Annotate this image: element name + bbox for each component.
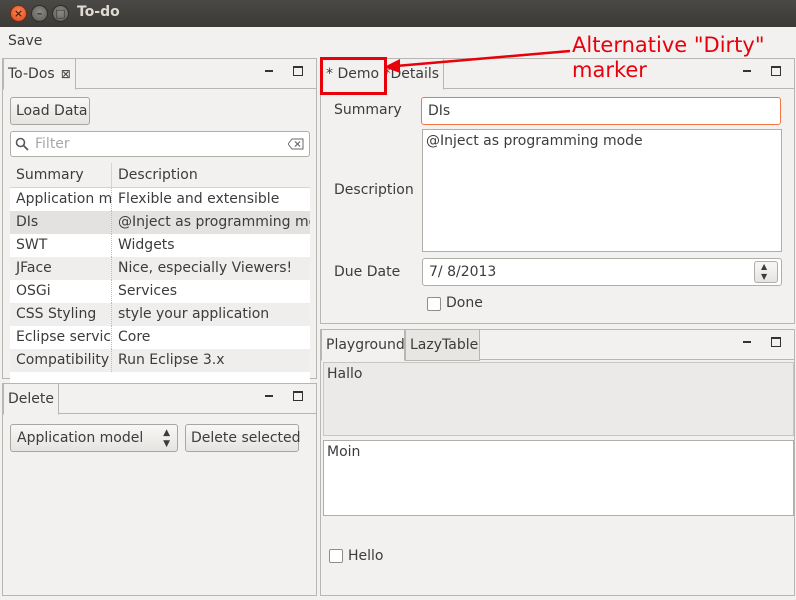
table-cell: Application model [16, 191, 111, 207]
tab-delete-label: Delete [8, 391, 54, 407]
table-row[interactable]: DIs @Inject as programming mode [10, 211, 310, 234]
filter-input[interactable]: Filter [10, 131, 310, 157]
tab-delete[interactable]: Delete [3, 384, 59, 415]
table-row[interactable]: Eclipse services Core [10, 326, 310, 349]
minimize-icon: – [36, 7, 43, 20]
window-maximize-button[interactable]: □ [52, 5, 69, 22]
load-data-button[interactable]: Load Data [10, 97, 90, 125]
annotation-text: Alternative "Dirty" marker [572, 33, 765, 83]
table-cell: CSS Styling [16, 306, 97, 322]
spin-down-icon[interactable]: ▼ [761, 272, 767, 281]
close-icon: × [13, 7, 24, 20]
window-close-button[interactable]: × [10, 5, 27, 22]
table-cell: Nice, especially Viewers! [111, 257, 310, 280]
due-date-label: Due Date [334, 264, 401, 280]
done-checkbox[interactable] [427, 297, 441, 311]
maximize-icon[interactable] [771, 337, 781, 347]
playground-panel: Playground LazyTable Hallo Moin Hello [320, 329, 795, 596]
table-cell: @Inject as programming mode [111, 211, 310, 234]
annotation-arrow [384, 49, 571, 73]
tab-todos[interactable]: To-Dos ⊠ [3, 59, 76, 90]
tab-lazytable-label: LazyTable [410, 337, 479, 353]
table-row[interactable]: Application model Flexible and extensibl… [10, 188, 310, 211]
hello-label[interactable]: Hello [348, 548, 384, 564]
column-header-summary[interactable]: Summary [10, 163, 111, 188]
table-cell: Run Eclipse 3.x [111, 349, 310, 372]
table-cell: JFace [16, 260, 52, 276]
table-cell: style your application [111, 303, 310, 326]
done-label[interactable]: Done [446, 295, 483, 311]
delete-tabstrip: Delete [3, 384, 316, 415]
summary-field[interactable]: DIs [421, 97, 781, 125]
table-cell: SWT [16, 237, 48, 253]
table-cell: Widgets [111, 234, 310, 257]
due-date-value: 7/ 8/2013 [429, 264, 497, 280]
todos-tabstrip: To-Dos ⊠ [3, 59, 316, 90]
minimize-icon[interactable] [265, 395, 273, 397]
window-titlebar: × – □ To-do [0, 0, 796, 27]
table-cell: DIs [16, 214, 39, 230]
minimize-icon[interactable] [743, 341, 751, 343]
spin-up-icon[interactable]: ▲ [761, 262, 767, 271]
maximize-icon[interactable] [293, 391, 303, 401]
todo-combo[interactable]: Application model ▲ ▼ [10, 424, 178, 452]
todos-panel: To-Dos ⊠ Load Data Filter Summary Descrip… [2, 58, 317, 429]
due-date-field[interactable]: 7/ 8/2013 [422, 258, 782, 286]
maximize-icon: □ [55, 7, 66, 20]
playground-tabstrip: Playground LazyTable [321, 330, 794, 361]
close-icon[interactable]: ⊠ [61, 67, 71, 81]
delete-panel: Delete Application model ▲ ▼ Delete selec… [2, 383, 317, 596]
tab-lazytable[interactable]: LazyTable [405, 330, 480, 361]
description-field[interactable]: @Inject as programming mode [422, 129, 782, 252]
table-header: Summary Description [10, 163, 310, 188]
moin-textarea[interactable]: Moin [323, 440, 794, 516]
table-row[interactable]: JFace Nice, especially Viewers! [10, 257, 310, 280]
table-cell: Core [111, 326, 310, 349]
table-row[interactable]: Compatibility Run Eclipse 3.x [10, 349, 310, 372]
table-row[interactable]: CSS Styling style your application [10, 303, 310, 326]
table-cell: Compatibility [16, 352, 110, 368]
date-spinner[interactable]: ▲ ▼ [754, 261, 778, 283]
table-cell: OSGi [16, 283, 51, 299]
hello-checkbox[interactable] [329, 549, 343, 563]
delete-selected-button[interactable]: Delete selected [185, 424, 301, 452]
filter-placeholder: Filter [35, 136, 70, 152]
moin-text: Moin [327, 444, 361, 460]
todo-combo-value: Application model [17, 430, 144, 446]
clear-filter-icon[interactable] [288, 138, 304, 150]
table-cell: Services [111, 280, 310, 303]
combo-arrows-icon: ▲ ▼ [163, 428, 170, 449]
tab-playground[interactable]: Playground [321, 330, 405, 361]
hallo-textarea[interactable]: Hallo [323, 362, 794, 436]
window-title: To-do [77, 4, 120, 20]
annotation-line1: Alternative "Dirty" [572, 33, 765, 57]
description-label: Description [334, 182, 414, 198]
maximize-icon[interactable] [293, 66, 303, 76]
table-cell: Flexible and extensible [111, 188, 310, 211]
window-minimize-button[interactable]: – [31, 5, 48, 22]
tab-playground-label: Playground [326, 337, 405, 353]
details-panel: * Demo *Details Summary DIs Description … [320, 58, 795, 324]
menu-save[interactable]: Save [8, 33, 42, 49]
search-icon [15, 137, 29, 151]
column-header-description[interactable]: Description [111, 163, 310, 188]
maximize-icon[interactable] [771, 66, 781, 76]
table-row[interactable]: SWT Widgets [10, 234, 310, 257]
table-cell: Eclipse services [16, 329, 111, 345]
minimize-icon[interactable] [265, 70, 273, 72]
hallo-text: Hallo [327, 366, 363, 382]
table-row[interactable]: OSGi Services [10, 280, 310, 303]
summary-label: Summary [334, 102, 402, 118]
tab-todos-label: To-Dos [8, 66, 55, 82]
annotation-line2: marker [572, 58, 647, 82]
